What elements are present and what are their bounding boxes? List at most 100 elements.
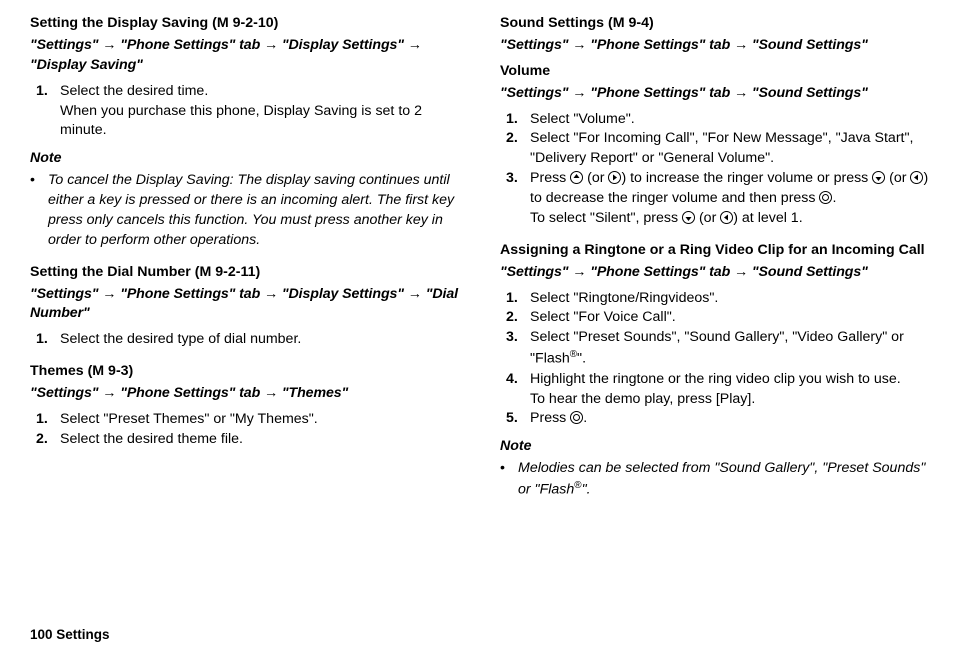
heading-dial-number: Setting the Dial Number (M 9-2-11) bbox=[30, 263, 462, 283]
heading-text: Sound Settings bbox=[500, 15, 604, 31]
step-aux: To select "Silent", press (or ) at level… bbox=[530, 209, 932, 229]
step-row: 1. Select the desired time. When you pur… bbox=[30, 82, 462, 142]
t: ) to increase the ringer volume or press bbox=[621, 170, 872, 186]
note-item: • Melodies can be selected from "Sound G… bbox=[500, 459, 932, 500]
step-number: 4. bbox=[506, 370, 530, 410]
section-sound-settings: Sound Settings (M 9-4) "Settings" → "Pho… bbox=[500, 14, 932, 56]
left-column: Setting the Display Saving (M 9-2-10) "S… bbox=[30, 14, 462, 513]
step-body: Select the desired theme file. bbox=[60, 430, 462, 450]
t: (or bbox=[583, 170, 608, 186]
t: ) at level 1. bbox=[733, 210, 802, 226]
step-row: 2. Select "For Voice Call". bbox=[500, 308, 932, 328]
step-body: Select "Preset Sounds", "Sound Gallery",… bbox=[530, 328, 932, 369]
step-aux: To hear the demo play, press [Play]. bbox=[530, 390, 932, 410]
step-row: 4. Highlight the ringtone or the ring vi… bbox=[500, 370, 932, 410]
step-number: 2. bbox=[506, 308, 530, 328]
heading-text: Themes bbox=[30, 363, 84, 379]
t: Press bbox=[530, 170, 570, 186]
step-number: 1. bbox=[506, 289, 530, 309]
t: (or bbox=[695, 210, 720, 226]
t: ". bbox=[582, 482, 591, 498]
step-body: Highlight the ringtone or the ring video… bbox=[530, 370, 932, 410]
up-arrow-icon bbox=[570, 171, 583, 184]
heading-sound-settings: Sound Settings (M 9-4) bbox=[500, 14, 932, 34]
page-footer: 100 Settings bbox=[30, 626, 110, 645]
step-number: 1. bbox=[36, 330, 60, 350]
step-row: 5. Press . bbox=[500, 409, 932, 429]
path-dial-number: "Settings" → "Phone Settings" tab → "Dis… bbox=[30, 285, 462, 325]
section-themes: Themes (M 9-3) "Settings" → "Phone Setti… bbox=[30, 362, 462, 450]
step-aux: When you purchase this phone, Display Sa… bbox=[60, 102, 462, 142]
step-number: 1. bbox=[506, 110, 530, 130]
heading-text: Setting the Display Saving bbox=[30, 15, 208, 31]
bullet-icon: • bbox=[30, 171, 48, 251]
heading-code: (M 9-4) bbox=[604, 15, 654, 31]
note-text: Melodies can be selected from "Sound Gal… bbox=[518, 459, 932, 500]
step-body: Select "Ringtone/Ringvideos". bbox=[530, 289, 932, 309]
path-display-saving: "Settings" → "Phone Settings" tab → "Dis… bbox=[30, 36, 462, 76]
note-label: Note bbox=[30, 149, 462, 169]
left-arrow-icon bbox=[720, 211, 733, 224]
step-body: Select "Volume". bbox=[530, 110, 932, 130]
path-sound-settings: "Settings" → "Phone Settings" tab → "Sou… bbox=[500, 36, 932, 56]
subheading-ringtone: Assigning a Ringtone or a Ring Video Cli… bbox=[500, 241, 932, 261]
registered-icon: ® bbox=[574, 480, 581, 491]
section-volume: Volume "Settings" → "Phone Settings" tab… bbox=[500, 62, 932, 229]
step-row: 1. Select "Ringtone/Ringvideos". bbox=[500, 289, 932, 309]
heading-code: (M 9-2-11) bbox=[191, 264, 260, 280]
center-button-icon bbox=[570, 411, 583, 424]
section-display-saving: Setting the Display Saving (M 9-2-10) "S… bbox=[30, 14, 462, 251]
left-arrow-icon bbox=[910, 171, 923, 184]
t: Select "Preset Sounds", "Sound Gallery",… bbox=[530, 329, 904, 367]
step-row: 3. Press (or ) to increase the ringer vo… bbox=[500, 169, 932, 229]
note-label: Note bbox=[500, 437, 932, 457]
path-themes: "Settings" → "Phone Settings" tab → "The… bbox=[30, 384, 462, 404]
center-button-icon bbox=[819, 191, 832, 204]
step-body: Select the desired type of dial number. bbox=[60, 330, 462, 350]
step-body: Press . bbox=[530, 409, 932, 429]
step-row: 1. Select the desired type of dial numbe… bbox=[30, 330, 462, 350]
t: (or bbox=[885, 170, 910, 186]
section-dial-number: Setting the Dial Number (M 9-2-11) "Sett… bbox=[30, 263, 462, 351]
step-number: 2. bbox=[506, 129, 530, 169]
step-number: 1. bbox=[36, 82, 60, 142]
bullet-icon: • bbox=[500, 459, 518, 500]
path-ringtone: "Settings" → "Phone Settings" tab → "Sou… bbox=[500, 263, 932, 283]
registered-icon: ® bbox=[570, 349, 577, 360]
section-ringtone: Assigning a Ringtone or a Ring Video Cli… bbox=[500, 241, 932, 501]
step-text: Select the desired time. bbox=[60, 82, 462, 102]
down-arrow-icon bbox=[872, 171, 885, 184]
step-body: Select "For Voice Call". bbox=[530, 308, 932, 328]
heading-themes: Themes (M 9-3) bbox=[30, 362, 462, 382]
t: Press bbox=[530, 410, 570, 426]
heading-code: (M 9-3) bbox=[84, 363, 134, 379]
step-row: 1. Select "Volume". bbox=[500, 110, 932, 130]
step-row: 1. Select "Preset Themes" or "My Themes"… bbox=[30, 410, 462, 430]
t: . bbox=[832, 190, 836, 206]
right-column: Sound Settings (M 9-4) "Settings" → "Pho… bbox=[500, 14, 932, 513]
page-columns: Setting the Display Saving (M 9-2-10) "S… bbox=[30, 14, 932, 513]
heading-code: (M 9-2-10) bbox=[208, 15, 278, 31]
t: ". bbox=[577, 351, 586, 367]
step-body: Press (or ) to increase the ringer volum… bbox=[530, 169, 932, 229]
step-number: 3. bbox=[506, 169, 530, 229]
t: . bbox=[583, 410, 587, 426]
subheading-volume: Volume bbox=[500, 62, 932, 82]
note-item: • To cancel the Display Saving: The disp… bbox=[30, 171, 462, 251]
step-body: Select the desired time. When you purcha… bbox=[60, 82, 462, 142]
heading-display-saving: Setting the Display Saving (M 9-2-10) bbox=[30, 14, 462, 34]
step-number: 1. bbox=[36, 410, 60, 430]
down-arrow-icon bbox=[682, 211, 695, 224]
step-number: 2. bbox=[36, 430, 60, 450]
step-row: 2. Select the desired theme file. bbox=[30, 430, 462, 450]
path-volume: "Settings" → "Phone Settings" tab → "Sou… bbox=[500, 84, 932, 104]
step-body: Select "For Incoming Call", "For New Mes… bbox=[530, 129, 932, 169]
note-text: To cancel the Display Saving: The displa… bbox=[48, 171, 462, 251]
step-text: Highlight the ringtone or the ring video… bbox=[530, 370, 932, 390]
right-arrow-icon bbox=[608, 171, 621, 184]
t: To select "Silent", press bbox=[530, 210, 682, 226]
step-row: 3. Select "Preset Sounds", "Sound Galler… bbox=[500, 328, 932, 369]
heading-text: Setting the Dial Number bbox=[30, 264, 191, 280]
step-body: Select "Preset Themes" or "My Themes". bbox=[60, 410, 462, 430]
step-number: 3. bbox=[506, 328, 530, 369]
